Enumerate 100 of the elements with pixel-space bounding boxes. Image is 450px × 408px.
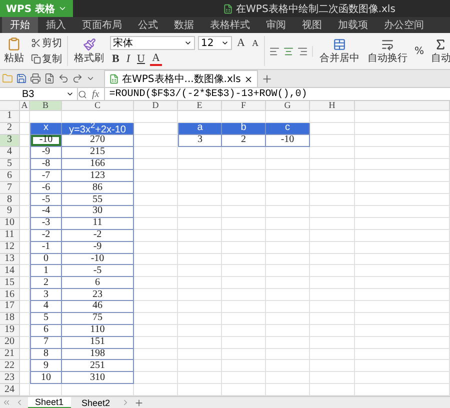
- menu-tab[interactable]: 视图: [294, 17, 330, 33]
- menu-tab[interactable]: 办公空间: [376, 17, 432, 33]
- row-header[interactable]: 19: [0, 324, 20, 337]
- empty-cell[interactable]: [310, 182, 355, 194]
- empty-cell[interactable]: [355, 289, 450, 301]
- empty-cell[interactable]: [266, 254, 310, 266]
- row-header[interactable]: 12: [0, 242, 20, 254]
- menu-tab[interactable]: 表格样式: [202, 17, 258, 33]
- empty-cell[interactable]: [355, 111, 450, 123]
- row-header[interactable]: 17: [0, 301, 20, 313]
- empty-cell[interactable]: [222, 242, 266, 254]
- bold-button[interactable]: B: [110, 52, 122, 66]
- row-header[interactable]: 18: [0, 312, 20, 325]
- column-header[interactable]: H: [310, 101, 355, 111]
- empty-cell[interactable]: [178, 206, 222, 218]
- empty-cell[interactable]: [266, 206, 310, 218]
- dropdown-icon[interactable]: [86, 74, 95, 83]
- empty-cell[interactable]: [310, 360, 355, 372]
- row-header[interactable]: 13: [0, 254, 20, 266]
- empty-cell[interactable]: [310, 336, 355, 348]
- empty-cell[interactable]: [310, 170, 355, 182]
- empty-cell[interactable]: [310, 265, 355, 278]
- redo-icon[interactable]: [72, 73, 83, 84]
- autosum-button[interactable]: 自动: [428, 38, 450, 64]
- empty-cell[interactable]: [310, 312, 355, 325]
- empty-cell[interactable]: [266, 277, 310, 290]
- row-header[interactable]: 2: [0, 122, 20, 135]
- copy-button[interactable]: 复制: [30, 52, 63, 66]
- menu-tab[interactable]: 开始: [2, 17, 38, 33]
- empty-cell[interactable]: [355, 301, 450, 313]
- empty-cell[interactable]: [178, 348, 222, 360]
- empty-cell[interactable]: [266, 170, 310, 182]
- column-header[interactable]: A: [20, 101, 30, 111]
- row-header[interactable]: 9: [0, 206, 20, 218]
- empty-cell[interactable]: [310, 111, 355, 123]
- row-header[interactable]: 16: [0, 289, 20, 301]
- align-center-icon[interactable]: [283, 46, 294, 56]
- row-header[interactable]: 5: [0, 158, 20, 170]
- empty-cell[interactable]: [355, 277, 450, 290]
- font-name-field[interactable]: 宋体: [110, 36, 195, 50]
- row-header[interactable]: 1: [0, 111, 20, 123]
- empty-cell[interactable]: [178, 324, 222, 337]
- empty-cell[interactable]: [178, 254, 222, 266]
- empty-cell[interactable]: [310, 218, 355, 230]
- underline-button[interactable]: U: [135, 52, 147, 66]
- shrink-font-button[interactable]: A: [250, 36, 260, 50]
- row-header[interactable]: 8: [0, 194, 20, 206]
- empty-cell[interactable]: [222, 277, 266, 290]
- menu-tab[interactable]: 审阅: [258, 17, 294, 33]
- empty-cell[interactable]: [222, 324, 266, 337]
- empty-cell[interactable]: [222, 230, 266, 242]
- empty-cell[interactable]: [222, 348, 266, 360]
- empty-cell[interactable]: [266, 312, 310, 325]
- align-left-icon[interactable]: [269, 46, 280, 56]
- empty-cell[interactable]: [355, 170, 450, 182]
- empty-cell[interactable]: [222, 336, 266, 348]
- empty-cell[interactable]: [355, 348, 450, 360]
- empty-cell[interactable]: [310, 348, 355, 360]
- close-icon[interactable]: [244, 74, 253, 84]
- empty-cell[interactable]: [355, 372, 450, 384]
- row-header[interactable]: 15: [0, 277, 20, 290]
- empty-cell[interactable]: [266, 336, 310, 348]
- printer-icon[interactable]: [30, 73, 41, 84]
- align-right-icon[interactable]: [297, 46, 308, 56]
- empty-cell[interactable]: [266, 301, 310, 313]
- empty-cell[interactable]: [222, 289, 266, 301]
- empty-cell[interactable]: [355, 182, 450, 194]
- italic-button[interactable]: I: [124, 52, 132, 66]
- row-header[interactable]: 10: [0, 218, 20, 230]
- empty-cell[interactable]: [266, 182, 310, 194]
- empty-cell[interactable]: [310, 194, 355, 206]
- print-preview-icon[interactable]: [44, 73, 55, 84]
- add-sheet-icon[interactable]: [134, 398, 144, 408]
- wrap-text-button[interactable]: 自动换行: [365, 38, 410, 64]
- empty-cell[interactable]: [178, 265, 222, 278]
- empty-cell[interactable]: [222, 170, 266, 182]
- empty-cell[interactable]: [310, 324, 355, 337]
- row-header[interactable]: 23: [0, 372, 20, 384]
- empty-cell[interactable]: [266, 242, 310, 254]
- menu-tab[interactable]: 数据: [166, 17, 202, 33]
- empty-cell[interactable]: [310, 158, 355, 170]
- sheet-tab[interactable]: Sheet2: [74, 396, 118, 408]
- empty-cell[interactable]: [355, 218, 450, 230]
- empty-cell[interactable]: [134, 111, 178, 123]
- row-header[interactable]: 21: [0, 348, 20, 360]
- empty-cell[interactable]: [266, 146, 310, 158]
- empty-cell[interactable]: [266, 158, 310, 170]
- empty-cell[interactable]: [178, 230, 222, 242]
- empty-cell[interactable]: [178, 289, 222, 301]
- empty-cell[interactable]: [178, 312, 222, 325]
- empty-cell[interactable]: [310, 254, 355, 266]
- previous-sheet-icon[interactable]: [15, 398, 24, 407]
- empty-cell[interactable]: [222, 182, 266, 194]
- empty-cell[interactable]: [178, 194, 222, 206]
- cut-button[interactable]: 剪切: [30, 36, 63, 50]
- empty-cell[interactable]: [310, 242, 355, 254]
- empty-cell[interactable]: [178, 182, 222, 194]
- empty-cell[interactable]: [178, 158, 222, 170]
- empty-cell[interactable]: [355, 265, 450, 278]
- row-header[interactable]: 3: [0, 134, 20, 147]
